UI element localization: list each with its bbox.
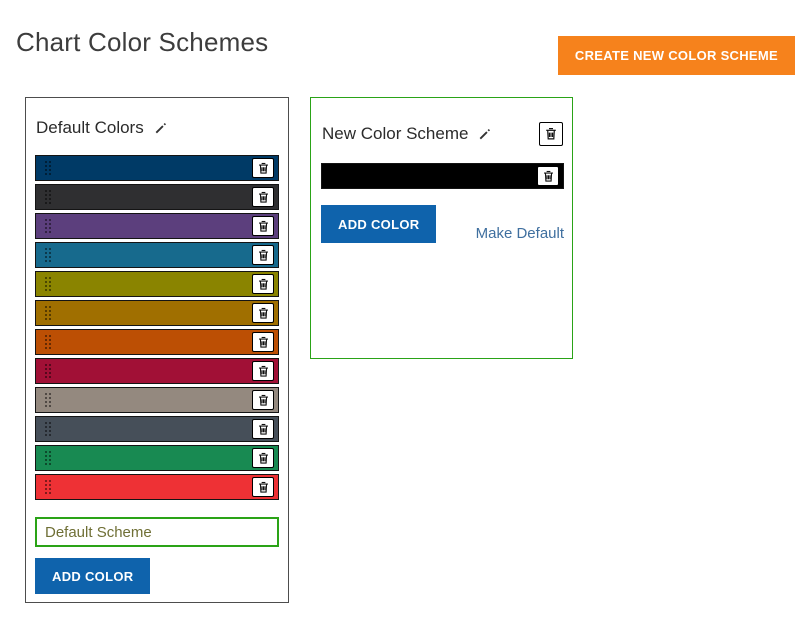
create-new-color-scheme-button[interactable]: CREATE NEW COLOR SCHEME [558,36,795,75]
drag-handle-icon[interactable] [44,305,51,322]
color-swatch[interactable] [35,213,279,239]
trash-icon [257,394,270,407]
delete-color-button[interactable] [252,332,274,352]
drag-handle-icon[interactable] [44,334,51,351]
color-swatch[interactable] [35,329,279,355]
delete-color-button[interactable] [252,303,274,323]
color-swatch[interactable] [35,155,279,181]
drag-handle-icon[interactable] [44,421,51,438]
scheme-title: Default Colors [36,118,144,138]
scheme-actions-row: ADD COLOR Make Default [321,205,564,243]
delete-color-button[interactable] [252,216,274,236]
scheme-title: New Color Scheme [322,124,468,144]
trash-icon [257,191,270,204]
delete-color-button[interactable] [252,477,274,497]
make-default-link[interactable]: Make Default [476,225,564,243]
trash-icon [257,307,270,320]
delete-scheme-button[interactable] [539,122,563,146]
panel-header: Default Colors [36,118,278,138]
trash-icon [257,452,270,465]
default-colors-panel: Default Colors [25,97,289,603]
color-swatch[interactable] [35,387,279,413]
trash-icon [257,365,270,378]
delete-color-button[interactable] [537,166,559,186]
page-title: Chart Color Schemes [16,27,268,58]
panel-header: New Color Scheme [322,122,563,146]
delete-color-button[interactable] [252,390,274,410]
color-swatch-list [321,163,564,189]
trash-icon [257,336,270,349]
add-color-button[interactable]: ADD COLOR [321,205,436,243]
trash-icon [257,278,270,291]
color-swatch[interactable] [35,445,279,471]
delete-color-button[interactable] [252,245,274,265]
drag-handle-icon[interactable] [44,479,51,496]
trash-icon [257,249,270,262]
color-swatch[interactable] [35,358,279,384]
trash-icon [542,170,555,183]
color-swatch[interactable] [35,474,279,500]
delete-color-button[interactable] [252,419,274,439]
color-swatch[interactable] [35,300,279,326]
color-swatch[interactable] [35,184,279,210]
new-color-scheme-panel: New Color Scheme [310,97,573,359]
delete-color-button[interactable] [252,274,274,294]
delete-color-button[interactable] [252,187,274,207]
edit-pencil-icon[interactable] [153,121,168,136]
drag-handle-icon[interactable] [330,168,337,185]
drag-handle-icon[interactable] [44,392,51,409]
color-swatch[interactable] [35,416,279,442]
trash-icon [257,162,270,175]
trash-icon [257,481,270,494]
color-swatch[interactable] [35,271,279,297]
trash-icon [544,127,558,141]
trash-icon [257,220,270,233]
color-swatch[interactable] [321,163,564,189]
delete-color-button[interactable] [252,361,274,381]
trash-icon [257,423,270,436]
edit-pencil-icon[interactable] [477,127,492,142]
color-schemes-container: Default Colors [25,97,573,603]
drag-handle-icon[interactable] [44,450,51,467]
delete-color-button[interactable] [252,448,274,468]
delete-color-button[interactable] [252,158,274,178]
color-swatch[interactable] [35,242,279,268]
add-color-button[interactable]: ADD COLOR [35,558,150,594]
drag-handle-icon[interactable] [44,247,51,264]
drag-handle-icon[interactable] [44,276,51,293]
drag-handle-icon[interactable] [44,189,51,206]
color-swatch-list [35,155,279,500]
drag-handle-icon[interactable] [44,363,51,380]
drag-handle-icon[interactable] [44,218,51,235]
scheme-name-input[interactable] [35,517,279,547]
drag-handle-icon[interactable] [44,160,51,177]
